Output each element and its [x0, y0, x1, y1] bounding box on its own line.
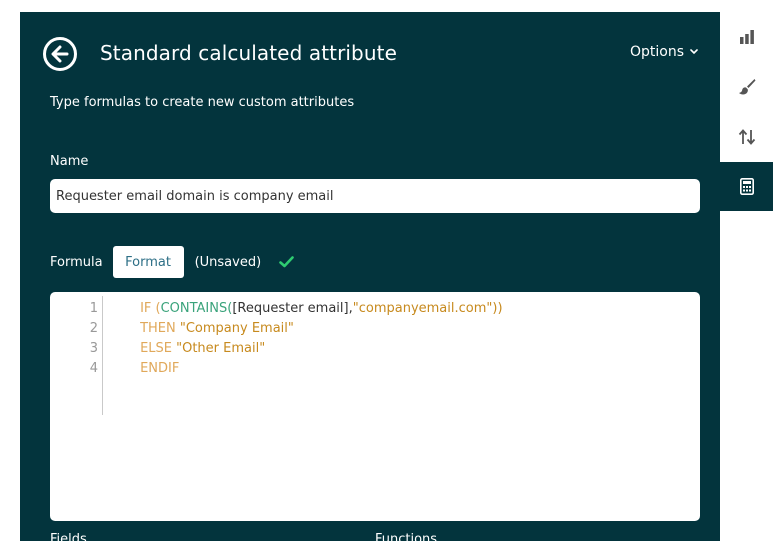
fields-label: Fields [50, 532, 87, 541]
paintbrush-icon[interactable] [720, 62, 773, 111]
format-button[interactable]: Format [112, 246, 184, 278]
back-arrow-icon[interactable] [43, 37, 77, 71]
line-number: 3 [89, 340, 98, 356]
code-token-string: "Other Email" [176, 340, 266, 356]
formula-toolbar: Formula Format (Unsaved) [50, 246, 294, 278]
chevron-down-icon [690, 49, 698, 55]
check-icon [279, 256, 294, 268]
subtitle: Type formulas to create new custom attri… [50, 95, 355, 110]
name-input[interactable] [50, 179, 700, 213]
options-label: Options [630, 44, 685, 60]
bar-chart-icon[interactable] [720, 12, 773, 61]
line-number: 2 [89, 320, 98, 336]
code-token-keyword: ENDIF [140, 360, 180, 376]
calculated-attribute-panel: Standard calculated attribute Options Ty… [20, 12, 720, 541]
back-arrow-glyph [51, 45, 69, 63]
functions-label: Functions [375, 532, 438, 541]
formula-editor[interactable]: 1 IF (CONTAINS([Requester email],"compan… [50, 292, 700, 521]
line-number: 4 [89, 360, 98, 376]
sort-arrows-icon[interactable] [720, 112, 773, 161]
calculator-icon[interactable] [720, 162, 773, 211]
code-line: 4 ENDIF [50, 358, 180, 378]
unsaved-status: (Unsaved) [194, 254, 262, 270]
formula-label: Formula [50, 254, 103, 270]
page-title: Standard calculated attribute [100, 41, 397, 65]
name-label: Name [50, 154, 89, 169]
options-dropdown[interactable]: Options [630, 44, 698, 60]
code-token-string: "companyemail.com")) [352, 300, 503, 316]
right-toolbar [720, 12, 773, 541]
line-number: 1 [89, 300, 98, 316]
